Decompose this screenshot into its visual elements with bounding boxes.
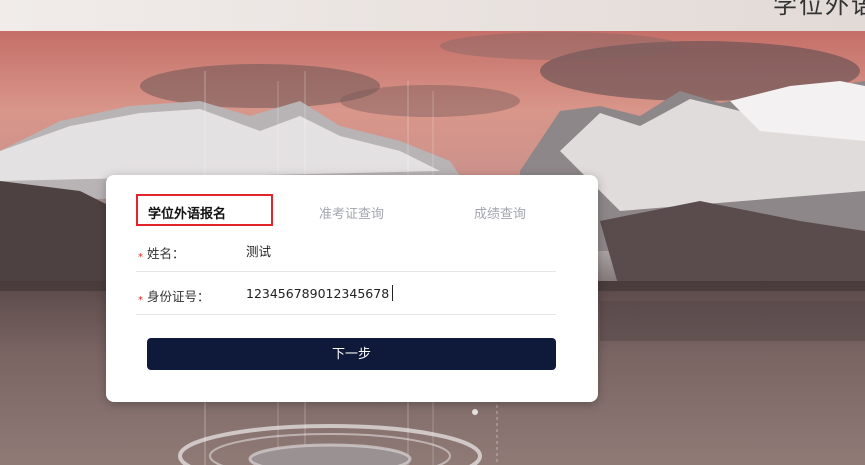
- required-marker: *: [138, 295, 143, 306]
- required-marker: *: [138, 252, 143, 263]
- name-field-row: * 姓名：: [136, 243, 556, 272]
- next-step-button[interactable]: 下一步: [147, 338, 556, 370]
- id-number-field-row: * 身份证号：: [136, 285, 556, 315]
- site-title: 学位外语: [773, 0, 865, 19]
- name-label: 姓名：: [147, 246, 185, 261]
- tab-degree-exam-registration[interactable]: 学位外语报名: [148, 203, 226, 222]
- name-input[interactable]: [246, 243, 546, 258]
- id-number-label: 身份证号：: [147, 289, 210, 304]
- tab-score-query[interactable]: 成绩查询: [474, 203, 526, 222]
- tab-admission-ticket-query[interactable]: 准考证查询: [319, 203, 384, 222]
- text-cursor: [392, 285, 393, 301]
- top-header-bar: 学位外语: [0, 0, 865, 31]
- id-number-input[interactable]: [246, 286, 546, 301]
- registration-card: 学位外语报名 准考证查询 成绩查询 * 姓名： * 身份证号： 下一步: [106, 175, 598, 402]
